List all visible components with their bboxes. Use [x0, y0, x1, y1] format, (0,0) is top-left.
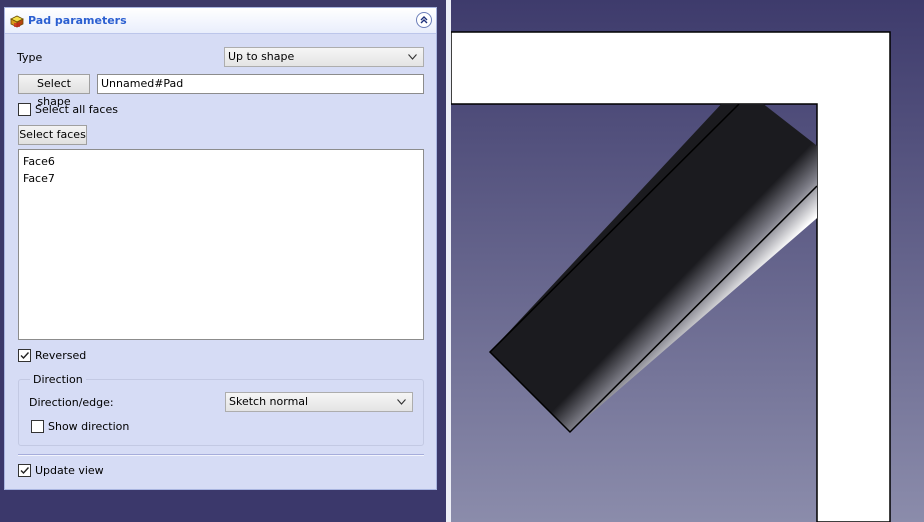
show-direction-checkbox[interactable]	[31, 420, 44, 433]
3d-viewport[interactable]	[451, 0, 924, 522]
collapse-button[interactable]	[416, 12, 432, 28]
direction-group-title: Direction	[30, 373, 86, 386]
direction-edge-dropdown[interactable]: Sketch normal	[225, 392, 413, 412]
chevron-down-icon	[408, 54, 417, 60]
select-shape-button[interactable]: Select shape	[18, 74, 90, 108]
divider	[18, 454, 424, 456]
show-direction-label: Show direction	[48, 420, 130, 433]
direction-edge-label: Direction/edge:	[29, 396, 114, 409]
cylinder-shape	[490, 104, 817, 432]
reversed-label: Reversed	[35, 349, 87, 362]
pad-parameters-box: Pad parameters Type Up to shape Select s…	[4, 7, 437, 490]
update-view-label: Update view	[35, 464, 104, 477]
double-chevron-up-icon	[420, 16, 428, 24]
direction-group: Direction Direction/edge: Sketch normal …	[18, 373, 424, 446]
update-view-checkbox[interactable]	[18, 464, 31, 477]
select-all-faces-label: Select all faces	[35, 103, 118, 116]
reversed-checkbox[interactable]	[18, 349, 31, 362]
type-label: Type	[17, 51, 43, 64]
task-box-header[interactable]: Pad parameters	[5, 8, 436, 34]
viewport-scene	[451, 31, 891, 522]
select-all-faces-checkbox[interactable]	[18, 103, 31, 116]
list-item[interactable]: Face7	[23, 170, 419, 187]
direction-edge-value: Sketch normal	[229, 395, 309, 408]
checkmark-icon	[20, 352, 30, 360]
panel-title: Pad parameters	[28, 14, 127, 27]
shape-field[interactable]: Unnamed#Pad	[97, 74, 424, 94]
faces-list[interactable]: Face6 Face7	[18, 149, 424, 340]
chevron-down-icon	[397, 399, 406, 405]
type-value: Up to shape	[228, 50, 295, 63]
checkmark-icon	[20, 467, 30, 475]
task-panel-area: Pad parameters Type Up to shape Select s…	[0, 0, 446, 522]
type-dropdown[interactable]: Up to shape	[224, 47, 424, 67]
list-item[interactable]: Face6	[23, 153, 419, 170]
pad-feature-icon	[10, 15, 24, 28]
select-faces-button[interactable]: Select faces	[18, 125, 87, 145]
